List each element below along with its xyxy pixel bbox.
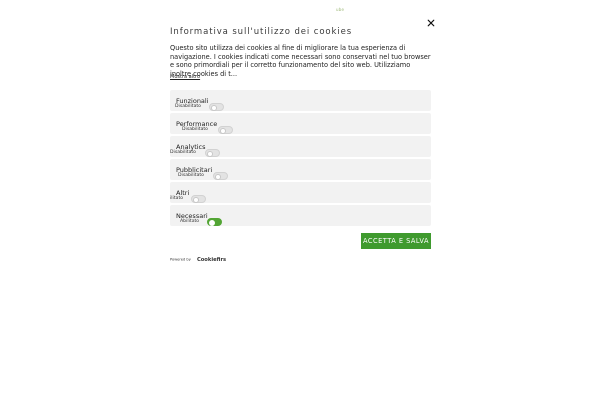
modal-title: Informativa sull'utilizzo dei cookies xyxy=(170,27,353,37)
category-status: Abilitato xyxy=(180,219,200,224)
toggle-pubblicitari[interactable] xyxy=(213,172,228,180)
category-status: Disabilitato xyxy=(178,173,204,178)
category-row-analytics: Analytics Disabilitato xyxy=(170,136,431,157)
show-more-link[interactable]: Mostra altro xyxy=(170,74,200,80)
toggle-funzionali[interactable] xyxy=(209,103,224,111)
category-row-necessari: Necessari Abilitato xyxy=(170,205,431,226)
powered-by-label: Powered by xyxy=(170,257,191,262)
accept-and-save-button[interactable]: ACCETTA E SALVA xyxy=(361,233,431,249)
powered-by: Powered by Cookiefirs xyxy=(170,249,226,268)
category-row-pubblicitari: Pubblicitari Disabilitato xyxy=(170,159,431,180)
close-icon xyxy=(427,19,435,27)
category-status: ilitato xyxy=(170,196,184,201)
toggle-analytics[interactable] xyxy=(205,149,220,157)
close-button[interactable] xyxy=(425,14,437,27)
cookie-description: Questo sito utilizza dei cookies al fine… xyxy=(170,44,431,78)
toggle-altri[interactable] xyxy=(191,195,206,203)
toggle-knob xyxy=(206,150,213,157)
toggle-performance[interactable] xyxy=(218,126,233,134)
cookiefirst-logo[interactable]: Cookiefirs xyxy=(197,257,226,263)
category-row-funzionali: Funzionali Disabilitato xyxy=(170,90,431,111)
toggle-knob xyxy=(219,127,226,134)
toggle-knob xyxy=(192,196,199,203)
category-row-performance: Performance Disabilitato xyxy=(170,113,431,134)
toggle-knob xyxy=(210,104,217,111)
category-status: Disabilitato xyxy=(170,150,196,155)
toggle-necessari[interactable] xyxy=(207,218,222,226)
site-logo: ube xyxy=(336,7,345,12)
toggle-knob xyxy=(209,219,215,226)
category-row-altri: Altri ilitato xyxy=(170,182,431,203)
category-status: Disabilitato xyxy=(175,104,201,109)
toggle-knob xyxy=(214,173,221,180)
cookie-consent-page: ube Informativa sull'utilizzo dei cookie… xyxy=(0,0,600,400)
category-status: Disabilitato xyxy=(182,127,208,132)
